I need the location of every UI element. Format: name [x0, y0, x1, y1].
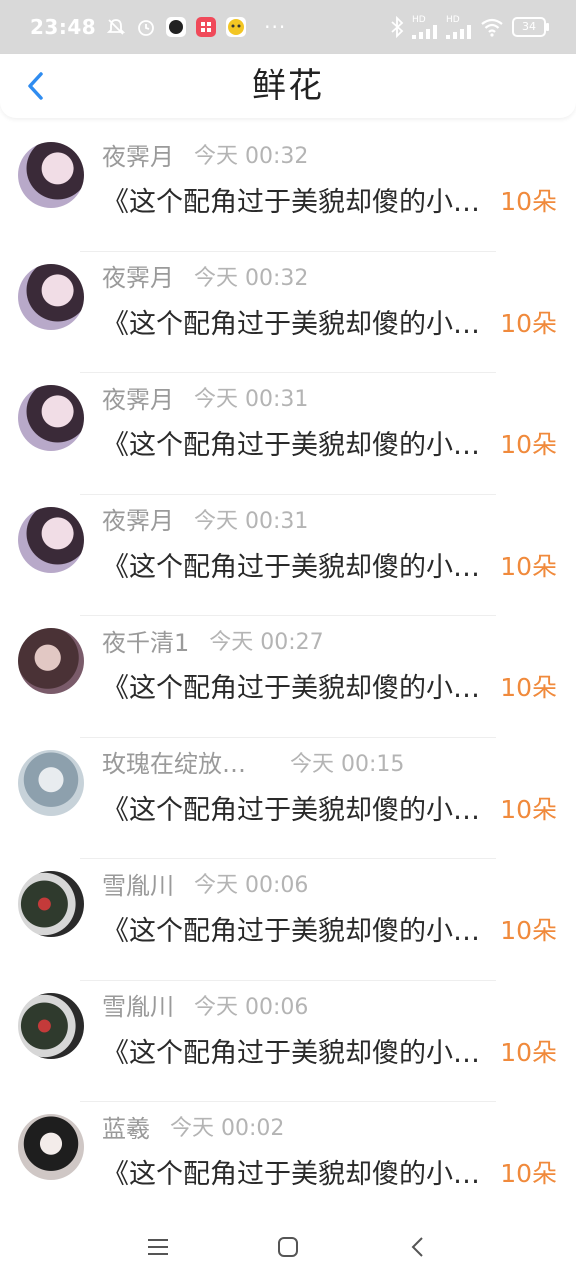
user-name[interactable]: 夜霁月 — [102, 258, 174, 293]
message-text: 《这个配角过于美貌却傻的小说》 — [102, 673, 498, 704]
name-line: 雪胤川 今天 00:06 — [102, 866, 309, 901]
user-name[interactable]: 夜霁月 — [102, 501, 174, 536]
avatar[interactable] — [18, 1114, 84, 1180]
avatar[interactable] — [18, 506, 84, 573]
list-item[interactable]: 雪胤川 今天 00:06 《这个配角过于美貌却傻的小说》 10朵 — [0, 859, 576, 981]
nav-back-button[interactable] — [403, 1232, 433, 1262]
battery-icon: 34 — [512, 17, 549, 37]
flower-count: 10朵 — [500, 551, 557, 581]
back-button[interactable] — [16, 66, 56, 106]
message-text: 《这个配角过于美貌却傻的小说》 — [102, 1159, 498, 1190]
home-icon — [278, 1237, 298, 1257]
avatar[interactable] — [18, 871, 84, 937]
flower-count: 10朵 — [500, 1037, 557, 1067]
list-item[interactable]: 蓝羲 今天 00:02 《这个配角过于美貌却傻的小说》 10朵 — [0, 1102, 576, 1224]
flower-count: 10朵 — [500, 430, 557, 459]
message-text: 《这个配角过于美貌却傻的小说》 — [102, 916, 498, 947]
name-line: 夜霁月 今天 00:31 — [102, 380, 309, 415]
app-icon-dark — [166, 17, 187, 37]
user-name[interactable]: 雪胤川 — [102, 987, 174, 1022]
name-line: 玫瑰在绽放… 今天 00:15 — [102, 744, 405, 779]
avatar[interactable] — [18, 263, 84, 330]
message-text: 《这个配角过于美貌却傻的小说》 — [102, 187, 498, 218]
user-name[interactable]: 夜霁月 — [102, 380, 174, 415]
message-text: 《这个配角过于美貌却傻的小说》 — [102, 308, 498, 340]
signal-icon: HD — [446, 15, 472, 39]
timestamp: 今天 00:06 — [194, 873, 309, 898]
name-line: 蓝羲 今天 00:02 — [102, 1109, 285, 1144]
timestamp: 今天 00:06 — [194, 994, 309, 1020]
timestamp: 今天 00:31 — [194, 508, 309, 534]
mute-bell-icon — [106, 17, 126, 37]
flower-count: 10朵 — [500, 673, 557, 702]
menu-icon — [148, 1239, 168, 1255]
list-item[interactable]: 夜霁月 今天 00:31 《这个配角过于美貌却傻的小说》 10朵 — [0, 373, 576, 495]
message-text: 《这个配角过于美貌却傻的小说》 — [102, 551, 498, 583]
alarm-icon — [136, 17, 156, 37]
nav-bar — [0, 1214, 576, 1280]
list-item[interactable]: 夜霁月 今天 00:32 《这个配角过于美貌却傻的小说》 10朵 — [0, 130, 576, 252]
bluetooth-icon — [390, 16, 404, 38]
more-notifications-icon: ··· — [264, 15, 287, 39]
timestamp: 今天 00:31 — [194, 387, 309, 412]
user-name[interactable]: 雪胤川 — [102, 866, 174, 901]
user-name[interactable]: 玫瑰在绽放… — [102, 744, 270, 779]
user-name[interactable]: 夜霁月 — [102, 137, 174, 172]
avatar[interactable] — [18, 749, 84, 816]
flower-count: 10朵 — [500, 187, 557, 216]
user-name[interactable]: 夜千清1 — [102, 623, 189, 658]
flower-list: 夜霁月 今天 00:32 《这个配角过于美貌却傻的小说》 10朵 夜霁月 今天 00:32… — [0, 130, 576, 1224]
timestamp: 今天 00:32 — [194, 265, 309, 291]
message-text: 《这个配角过于美貌却傻的小说》 — [102, 1037, 498, 1069]
name-line: 夜霁月 今天 00:32 — [102, 258, 309, 293]
list-item[interactable]: 雪胤川 今天 00:06 《这个配角过于美貌却傻的小说》 10朵 — [0, 981, 576, 1102]
flower-count: 10朵 — [500, 308, 557, 338]
back-icon — [411, 1237, 423, 1257]
avatar[interactable] — [18, 992, 84, 1059]
timestamp: 今天 00:02 — [170, 1116, 285, 1141]
list-item[interactable]: 夜霁月 今天 00:32 《这个配角过于美貌却傻的小说》 10朵 — [0, 252, 576, 373]
message-text: 《这个配角过于美貌却傻的小说》 — [102, 430, 498, 461]
status-bar: 23:48 ··· HD HD 34 — [0, 0, 576, 54]
avatar[interactable] — [18, 142, 84, 208]
timestamp: 今天 00:15 — [290, 751, 405, 777]
flower-count: 10朵 — [500, 794, 557, 824]
menu-button[interactable] — [143, 1232, 173, 1262]
home-button[interactable] — [273, 1232, 303, 1262]
wifi-icon — [480, 17, 504, 37]
app-icon-red — [196, 17, 217, 37]
app-icon-yellow — [226, 17, 247, 37]
list-item[interactable]: 夜霁月 今天 00:31 《这个配角过于美貌却傻的小说》 10朵 — [0, 495, 576, 616]
name-line: 夜霁月 今天 00:31 — [102, 501, 309, 536]
name-line: 夜千清1 今天 00:27 — [102, 623, 324, 658]
header: 鲜花 — [0, 54, 576, 118]
name-line: 夜霁月 今天 00:32 — [102, 137, 309, 172]
signal-icon: HD — [412, 15, 438, 39]
flower-count: 10朵 — [500, 916, 557, 945]
page-title: 鲜花 — [252, 66, 324, 106]
message-text: 《这个配角过于美貌却傻的小说》 — [102, 794, 498, 826]
name-line: 雪胤川 今天 00:06 — [102, 987, 309, 1022]
avatar[interactable] — [18, 628, 84, 694]
chevron-left-icon — [28, 72, 43, 100]
timestamp: 今天 00:27 — [209, 630, 324, 655]
user-name[interactable]: 蓝羲 — [102, 1109, 150, 1144]
list-item[interactable]: 夜千清1 今天 00:27 《这个配角过于美貌却傻的小说》 10朵 — [0, 616, 576, 738]
status-time: 23:48 — [30, 15, 97, 39]
avatar[interactable] — [18, 385, 84, 451]
list-item[interactable]: 玫瑰在绽放… 今天 00:15 《这个配角过于美貌却傻的小说》 10朵 — [0, 738, 576, 859]
flower-count: 10朵 — [500, 1159, 557, 1188]
timestamp: 今天 00:32 — [194, 144, 309, 169]
